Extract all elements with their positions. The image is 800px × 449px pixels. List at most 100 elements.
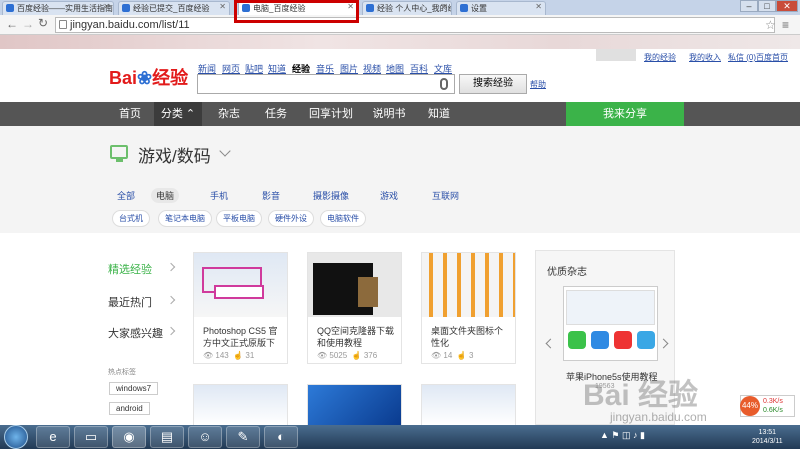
speed-percent: 44% [740,396,760,416]
chrome-icon[interactable]: ◉ [112,426,146,448]
cat-all[interactable]: 全部 [117,189,135,202]
search-input[interactable] [197,74,455,94]
clock-date: 2014/3/11 [752,438,783,445]
favicon-icon [366,4,374,12]
favicon-icon [122,4,130,12]
my-jingyan-link[interactable]: 我的经验 [644,52,676,63]
airdrop-panel [566,290,655,325]
cat-computer[interactable]: 电脑 [151,188,180,203]
hot-tags-label: 热点标签 [108,369,136,376]
card-1[interactable]: QQ空间克隆器下载和使用教程 👁 5025 ☝ 376 [307,252,402,364]
card-votes: 3 [468,351,474,360]
paint-icon[interactable]: ✎ [226,426,260,448]
sub-software[interactable]: 电脑软件 [320,210,366,227]
menu-home[interactable]: 首页 [108,102,152,126]
help-link[interactable]: 帮助 [530,79,546,90]
close-icon[interactable]: ✕ [535,2,542,11]
menu-reward-plan[interactable]: 回享计划 [302,102,360,126]
sub-desktop[interactable]: 台式机 [112,210,150,227]
app-icon[interactable]: ◐ [264,426,298,448]
tag-android[interactable]: android [109,402,150,415]
cat-internet[interactable]: 互联网 [432,189,459,202]
card-thumbnail[interactable] [193,384,288,426]
card-title: Photoshop CS5 官方中文正式原版下 [203,326,278,348]
category-title: 游戏/数码 [138,147,211,166]
back-icon[interactable]: ← [6,17,18,31]
card-views: 14 [443,351,453,360]
upload-speed: 0.3K/s [763,398,783,405]
sub-laptop[interactable]: 笔记本电脑 [158,210,212,227]
card-thumbnail [194,253,287,317]
share-button[interactable]: 我来分享 [566,102,684,126]
sub-peripherals[interactable]: 硬件外设 [268,210,314,227]
baidu-logo[interactable]: Bai❀经验 [109,64,188,90]
minimize-button[interactable]: – [740,0,758,12]
cat-photo[interactable]: 摄影摄像 [313,189,349,202]
watermark-url: jingyan.baidu.com [610,410,707,424]
card-0[interactable]: Photoshop CS5 官方中文正式原版下 👁 143 ☝ 31 [193,252,288,364]
card-meta: 👁 143 ☝ 31 [203,351,255,360]
tab-0[interactable]: 百度经验——实用生活指南 ✕ [2,1,114,15]
sidebar-interests[interactable]: 大家感兴趣 [108,325,163,341]
app-icon[interactable]: ▤ [150,426,184,448]
menu-zhidao[interactable]: 知道 [418,102,460,126]
tab-3[interactable]: 经验 个人中心_我的经 ✕ [362,1,452,15]
tag-windows7[interactable]: windows7 [109,382,159,395]
folder-icon[interactable]: ▭ [74,426,108,448]
star-icon[interactable]: ☆ [765,18,776,32]
search-button[interactable]: 搜索经验 [459,74,527,94]
tab-label: 经验已提交_百度经验 [133,4,210,13]
messages-link[interactable]: 私信 (0) [728,52,756,63]
maximize-button[interactable]: □ [758,0,776,12]
sidebar-featured[interactable]: 精选经验 [108,261,152,277]
cat-games[interactable]: 游戏 [380,189,398,202]
thumb-box [214,285,264,299]
magazine-cover[interactable] [563,286,658,361]
card-meta: 👁 5025 ☝ 376 [317,351,378,360]
tab-1[interactable]: 经验已提交_百度经验 ✕ [118,1,230,15]
close-icon[interactable]: ✕ [219,2,226,11]
clock[interactable]: 13:51 2014/3/11 [752,428,783,446]
windows-start-button[interactable] [4,425,28,449]
card-thumbnail[interactable] [421,384,516,426]
card-2[interactable]: 桌面文件夹图标个性化 👁 14 ☝ 3 [421,252,516,364]
menu-magazine[interactable]: 杂志 [206,102,252,126]
favicon-icon [6,4,14,12]
baidu-home-link[interactable]: 百度首页 [756,52,788,63]
tab-label: 设置 [471,4,487,13]
users-icon[interactable]: ☺ [188,426,222,448]
tab-4[interactable]: 设置 ✕ [456,1,546,15]
monitor-icon [110,145,128,162]
paw-icon: ❀ [137,68,153,88]
messages-icon [568,331,586,349]
forward-icon[interactable]: → [22,17,34,31]
close-window-button[interactable]: ✕ [776,0,798,12]
card-votes: 376 [363,351,378,360]
my-income-link[interactable]: 我的收入 [689,52,721,63]
system-tray[interactable]: ▲ ⚑ ◫ ♪ ▮ [600,430,645,441]
card-thumbnail[interactable] [307,384,402,426]
cat-av[interactable]: 影音 [262,189,280,202]
sidebar-recent-hot[interactable]: 最近热门 [108,294,152,310]
mail-icon [591,331,609,349]
menu-category[interactable]: 分类 ⌃ [154,102,202,126]
cat-phone[interactable]: 手机 [210,189,228,202]
close-icon[interactable]: ✕ [441,2,448,11]
app-icon [637,331,655,349]
card-meta: 👁 14 ☝ 3 [431,351,474,360]
logo-text: Bai [109,68,138,88]
menu-manual[interactable]: 说明书 [364,102,414,126]
url-input[interactable]: jingyan.baidu.com/list/11 [55,17,775,33]
download-speed: 0.6K/s [763,407,783,414]
menu-icon[interactable]: ≡ [782,18,789,32]
card-title: QQ空间克隆器下载和使用教程 [317,326,395,348]
ie-icon[interactable]: e [36,426,70,448]
reload-icon[interactable]: ↻ [38,16,48,30]
weibo-icon [614,331,632,349]
thumb-photo [358,277,378,307]
magazine-label: 优质杂志 [547,267,587,278]
menu-tasks[interactable]: 任务 [254,102,298,126]
close-icon[interactable]: ✕ [103,2,110,11]
sub-tablet[interactable]: 平板电脑 [216,210,262,227]
microphone-icon[interactable] [440,78,448,90]
